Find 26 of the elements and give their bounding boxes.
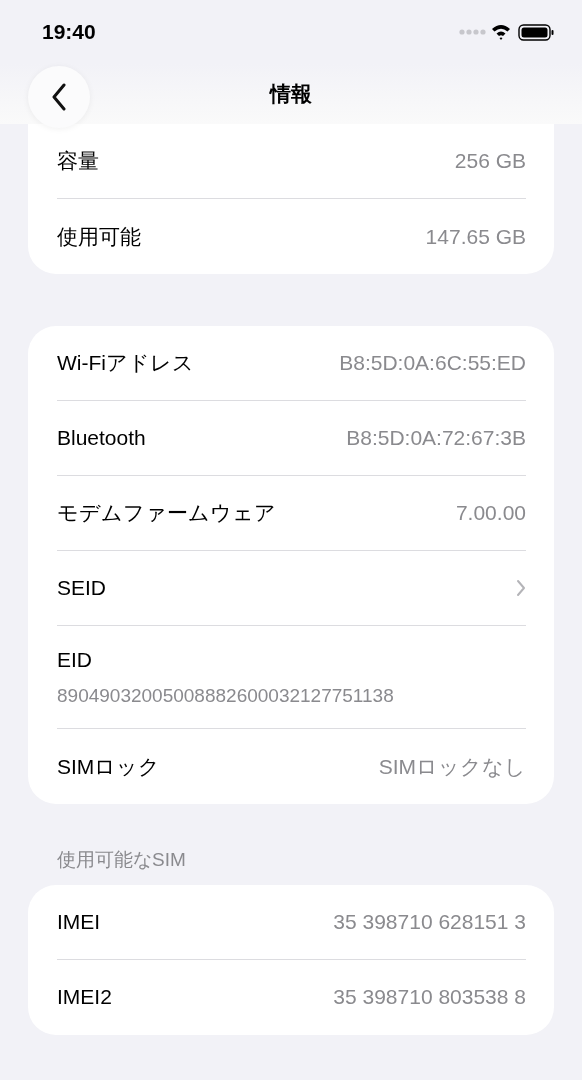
- row-value: 35 398710 628151 3: [333, 908, 526, 935]
- row-label: Bluetooth: [57, 425, 146, 452]
- section-header: 使用可能なSIM: [57, 849, 186, 870]
- row-label: モデムファームウェア: [57, 500, 276, 527]
- page-title: 情報: [270, 81, 312, 108]
- row-value: B8:5D:0A:72:67:3B: [346, 425, 526, 452]
- back-icon: [51, 83, 67, 111]
- row-label: EID: [57, 647, 92, 673]
- row-label: 使用可能: [57, 223, 141, 250]
- signal-icon: [459, 29, 486, 35]
- row-value: 35 398710 803538 8: [333, 984, 526, 1011]
- row-label: 容量: [57, 148, 99, 175]
- row-value: 7.00.00: [455, 500, 526, 527]
- row-value: 147.65 GB: [425, 223, 526, 250]
- row-value: 256 GB: [454, 148, 526, 175]
- row-label: IMEI: [57, 908, 101, 935]
- row-value: B8:5D:0A:6C:55:ED: [339, 350, 526, 377]
- row-label: Wi-Fiアドレス: [57, 350, 194, 377]
- battery-icon: [518, 24, 554, 41]
- wifi-icon: [492, 25, 510, 40]
- row-label: SIMロック: [57, 753, 161, 780]
- row-value: 89049032005008882600032127751138: [57, 683, 394, 708]
- row-value: SIMロックなし: [378, 753, 526, 780]
- row-label: SEID: [57, 575, 106, 602]
- status-time: 19:40: [42, 19, 96, 46]
- row-label: IMEI2: [57, 984, 112, 1011]
